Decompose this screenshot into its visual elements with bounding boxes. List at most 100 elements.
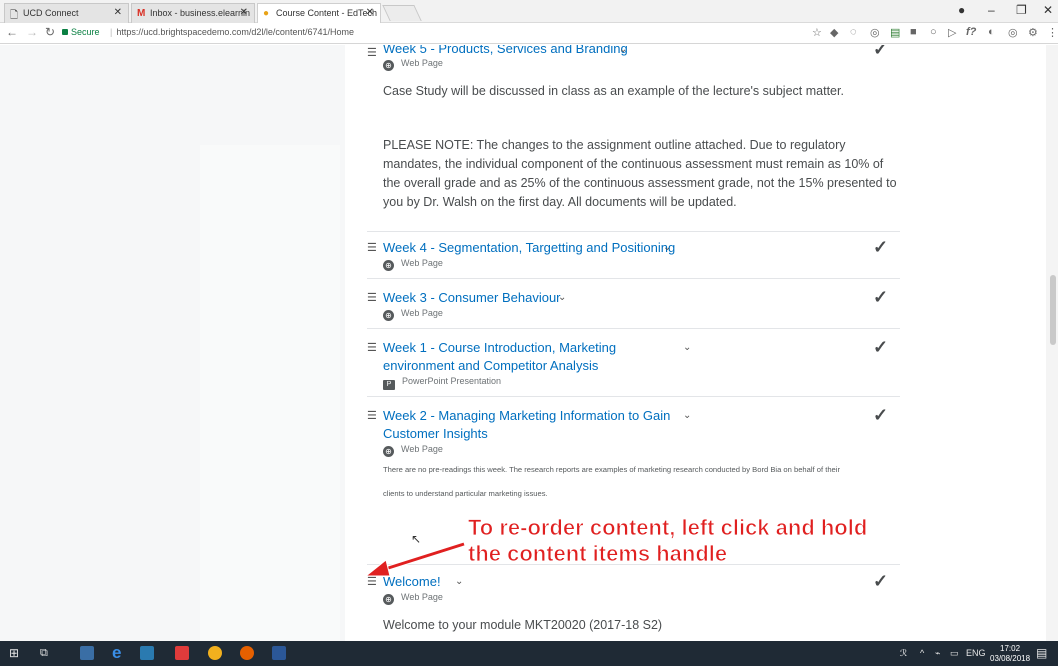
item-title-line1[interactable]: Week 1 - Course Introduction, Marketing (383, 339, 616, 356)
web-page-icon: ⊕ (383, 60, 394, 71)
windows-taskbar: ⊞ ⧉ e ℛ ^ ⌁ ▭ ENG 17:02 03/08/2018 ▤ (0, 641, 1058, 666)
close-icon[interactable]: ✕ (366, 7, 374, 18)
web-page-icon: ⊕ (383, 310, 394, 321)
chevron-down-icon[interactable]: ⌄ (619, 45, 627, 55)
checkmark-icon: ✓ (873, 337, 889, 357)
task-view-icon[interactable]: ⧉ (40, 647, 48, 660)
item-type: ⊕ Web Page (383, 258, 443, 271)
item-title[interactable]: Week 4 - Segmentation, Targetting and Po… (383, 239, 675, 256)
extension-icon[interactable]: ▷ (948, 26, 956, 39)
notifications-icon[interactable]: ▤ (1036, 646, 1047, 660)
checkmark-icon: ✓ (873, 237, 889, 257)
item-title-line2[interactable]: Customer Insights (383, 425, 488, 442)
item-note-line2: clients to understand particular marketi… (383, 489, 548, 498)
item-type: ⊕ Web Page (383, 592, 443, 605)
tab-course-content[interactable]: ● Course Content - EdTech ✕ (257, 3, 381, 23)
chevron-down-icon[interactable]: ⌄ (663, 242, 671, 253)
divider (367, 396, 900, 397)
tutorial-annotation: To re-order content, left click and hold… (468, 515, 868, 567)
drag-handle-icon[interactable]: ☰ (367, 291, 377, 304)
gmail-icon: M (137, 8, 146, 19)
item-description: Welcome to your module MKT20020 (2017-18… (383, 618, 663, 632)
extension-icon[interactable]: ◎ (1008, 26, 1018, 39)
left-navigation-pane (0, 45, 345, 641)
edge-icon[interactable]: e (112, 643, 121, 663)
drag-handle-icon[interactable]: ☰ (367, 409, 377, 422)
scrollbar-thumb[interactable] (1050, 275, 1056, 345)
minimize-button[interactable]: – (988, 3, 995, 17)
extension-icon[interactable]: ⚙ (1028, 26, 1038, 39)
chevron-down-icon[interactable]: ⌄ (558, 292, 566, 303)
page-content: ☰ Week 5 - Products, Services and Brandi… (0, 45, 1058, 641)
chrome-icon[interactable] (208, 646, 222, 660)
clock-time: 17:02 (1000, 644, 1021, 653)
new-tab-button[interactable] (382, 5, 422, 21)
browser-tab-strip: 🗋 UCD Connect ✕ M Inbox - business.elear… (0, 0, 1058, 23)
item-title[interactable]: Week 3 - Consumer Behaviour (383, 289, 561, 306)
mouse-cursor-icon: ↖ (411, 532, 422, 546)
profile-icon[interactable]: ● (958, 3, 965, 17)
language-indicator[interactable]: ENG (966, 648, 986, 658)
drag-handle-icon[interactable]: ☰ (367, 46, 377, 59)
close-icon[interactable]: ✕ (114, 7, 122, 18)
file-explorer-icon[interactable] (80, 646, 94, 660)
tab-ucd-connect[interactable]: 🗋 UCD Connect ✕ (4, 3, 129, 23)
tab-inbox[interactable]: M Inbox - business.elearnin ✕ (131, 3, 255, 23)
app-icon[interactable] (175, 646, 189, 660)
reload-icon[interactable]: ↻ (45, 25, 55, 39)
people-icon[interactable]: ℛ (900, 648, 907, 659)
item-type: ⊕ Web Page (383, 58, 443, 71)
chevron-down-icon[interactable]: ⌄ (683, 410, 691, 421)
chevron-down-icon[interactable]: ⌄ (683, 342, 691, 353)
divider (367, 231, 900, 232)
item-type: P PowerPoint Presentation (383, 376, 501, 390)
show-hidden-icons[interactable]: ^ (920, 648, 924, 658)
address-bar[interactable]: | https://ucd.brightspacedemo.com/d2l/le/… (110, 27, 354, 37)
lock-icon (62, 29, 68, 35)
annotation-line2: the content items handle (468, 541, 728, 567)
extension-icon[interactable]: ◎ (870, 26, 880, 39)
item-title-line2[interactable]: environment and Competitor Analysis (383, 357, 598, 374)
extension-icon[interactable]: ◆ (830, 26, 838, 39)
url-text: https://ucd.brightspacedemo.com/d2l/le/c… (116, 27, 354, 37)
web-page-icon: ⊕ (383, 594, 394, 605)
forward-icon[interactable]: → (26, 25, 38, 39)
close-icon[interactable]: ✕ (240, 7, 248, 18)
system-clock[interactable]: 17:02 03/08/2018 (990, 644, 1030, 664)
secure-label: Secure (71, 27, 100, 37)
item-notice: PLEASE NOTE: The changes to the assignme… (383, 138, 897, 209)
maximize-button[interactable]: ❐ (1016, 3, 1027, 17)
tab-label: Course Content - EdTech (276, 8, 378, 18)
drag-handle-icon[interactable]: ☰ (367, 241, 377, 254)
extension-icon[interactable]: ○ (930, 26, 937, 38)
item-type: ⊕ Web Page (383, 308, 443, 321)
drag-handle-icon[interactable]: ☰ (367, 341, 377, 354)
checkmark-icon: ✓ (873, 571, 889, 591)
extension-icon[interactable]: ▤ (890, 26, 900, 39)
extension-icon[interactable]: f? (966, 26, 976, 38)
item-type: ⊕ Web Page (383, 444, 443, 457)
web-page-icon: ⊕ (383, 446, 394, 457)
back-icon[interactable]: ← (6, 25, 18, 39)
annotation-line1: To re-order content, left click and hold (468, 515, 868, 541)
extension-icon[interactable]: ◐ (988, 26, 995, 38)
extension-icon[interactable]: ◌ (850, 26, 857, 38)
item-description: Case Study will be discussed in class as… (383, 84, 844, 98)
item-note-line1: There are no pre-readings this week. The… (383, 465, 840, 474)
item-title-line1[interactable]: Week 2 - Managing Marketing Information … (383, 407, 670, 424)
word-icon[interactable] (272, 646, 286, 660)
star-icon[interactable]: ☆ (812, 26, 822, 39)
web-page-icon: ⊕ (383, 260, 394, 271)
scrollbar[interactable] (1046, 45, 1058, 641)
network-icon[interactable]: ⌁ (935, 648, 940, 659)
item-title[interactable]: Week 5 - Products, Services and Branding (383, 45, 628, 57)
firefox-icon[interactable] (240, 646, 254, 660)
powerpoint-icon: P (383, 380, 395, 390)
extension-icon[interactable]: ■ (910, 26, 917, 38)
secure-indicator[interactable]: Secure (62, 27, 100, 37)
windows-start-icon[interactable]: ⊞ (9, 646, 19, 660)
store-icon[interactable] (140, 646, 154, 660)
close-window-button[interactable]: ✕ (1043, 3, 1053, 17)
menu-icon[interactable]: ⋮ (1047, 26, 1058, 39)
volume-icon[interactable]: ▭ (950, 648, 959, 659)
